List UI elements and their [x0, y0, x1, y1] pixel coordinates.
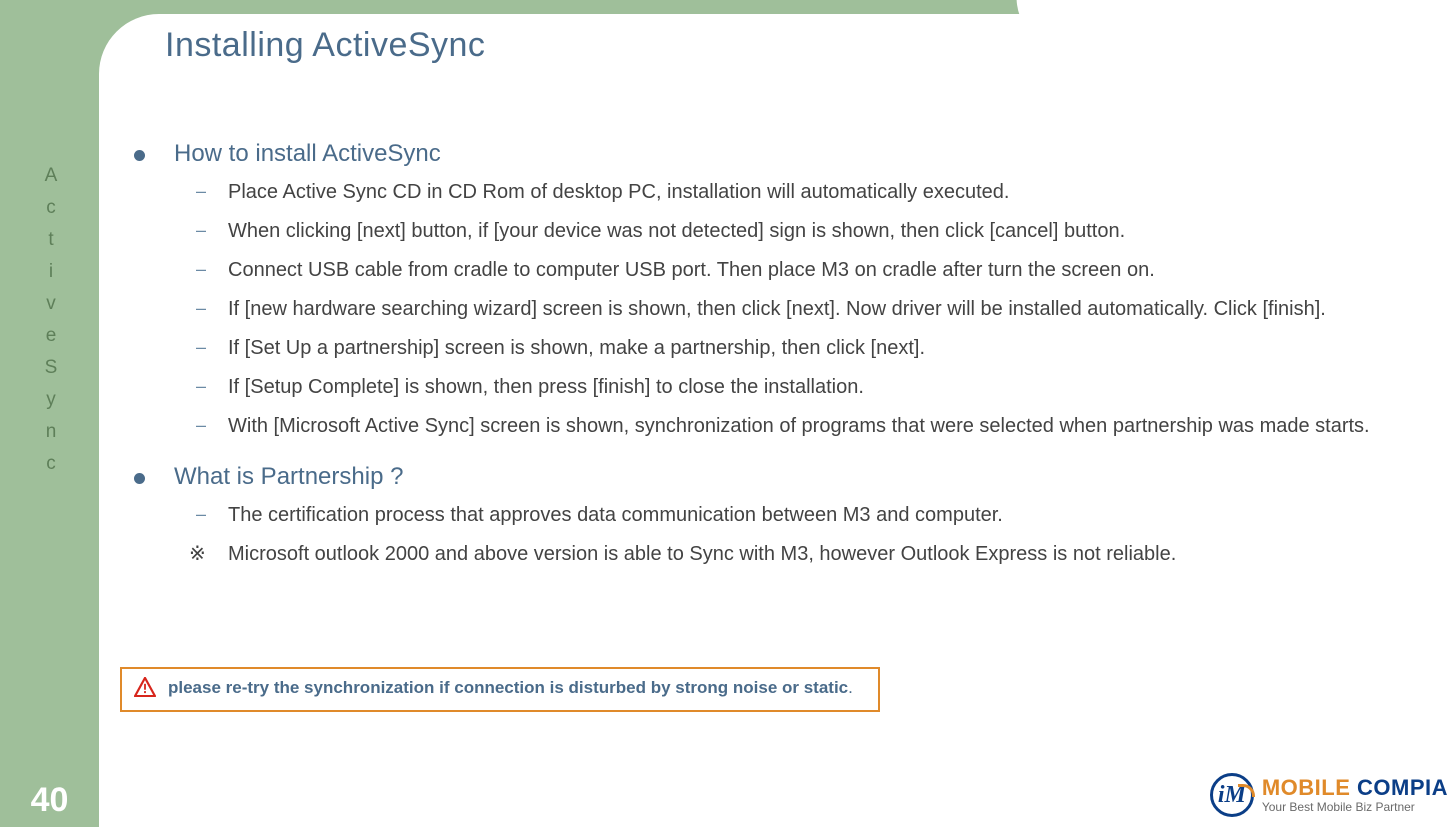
list-item: The certification process that approves …: [120, 501, 1430, 530]
list-item: Connect USB cable from cradle to compute…: [120, 256, 1430, 285]
note-item: Microsoft outlook 2000 and above version…: [120, 540, 1430, 569]
sidebar-char: e: [26, 320, 76, 352]
top-right-swoosh: [967, 0, 1452, 90]
sidebar-char: n: [26, 416, 76, 448]
section-2-heading: What is Partnership ?: [174, 463, 1430, 491]
warning-msg: please re-try the synchronization if con…: [168, 678, 848, 697]
logo-badge-icon: iM: [1210, 773, 1254, 817]
slide: A c t i v e S y n c 40 Installing Active…: [0, 0, 1452, 827]
sidebar-char: A: [26, 160, 76, 192]
list-item: If [Set Up a partnership] screen is show…: [120, 334, 1430, 363]
warning-icon: [134, 677, 156, 697]
list-item: With [Microsoft Active Sync] screen is s…: [120, 412, 1430, 441]
logo-tagline: Your Best Mobile Biz Partner: [1262, 801, 1448, 813]
warning-period: .: [848, 678, 853, 697]
slide-title: Installing ActiveSync: [165, 26, 485, 65]
sidebar-char: c: [26, 448, 76, 480]
logo-line1: MOBILE COMPIA: [1262, 777, 1448, 799]
card-corner: [99, 14, 159, 94]
logo-word-2: COMPIA: [1357, 775, 1448, 800]
list-item: Place Active Sync CD in CD Rom of deskto…: [120, 178, 1430, 207]
brand-logo: iM MOBILE COMPIA Your Best Mobile Biz Pa…: [1210, 773, 1448, 817]
list-item: If [Setup Complete] is shown, then press…: [120, 373, 1430, 402]
section-2: What is Partnership ?: [120, 463, 1430, 491]
section-1-heading: How to install ActiveSync: [174, 140, 1430, 168]
sidebar-char: y: [26, 384, 76, 416]
sidebar-char: v: [26, 288, 76, 320]
warning-box: please re-try the synchronization if con…: [120, 667, 880, 712]
sidebar-vertical-label: A c t i v e S y n c: [26, 160, 76, 480]
list-item: When clicking [next] button, if [your de…: [120, 217, 1430, 246]
logo-text: MOBILE COMPIA Your Best Mobile Biz Partn…: [1262, 777, 1448, 813]
list-item: If [new hardware searching wizard] scree…: [120, 295, 1430, 324]
sidebar-char: i: [26, 256, 76, 288]
section-1: How to install ActiveSync: [120, 140, 1430, 168]
section-1-list: Place Active Sync CD in CD Rom of deskto…: [120, 178, 1430, 441]
content-area: How to install ActiveSync Place Active S…: [120, 140, 1430, 591]
logo-word-1: MOBILE: [1262, 775, 1357, 800]
sidebar-char: t: [26, 224, 76, 256]
sidebar-char: c: [26, 192, 76, 224]
warning-text: please re-try the synchronization if con…: [168, 677, 866, 700]
page-number: 40: [0, 773, 99, 827]
section-2-list: The certification process that approves …: [120, 501, 1430, 569]
sidebar-char: S: [26, 352, 76, 384]
